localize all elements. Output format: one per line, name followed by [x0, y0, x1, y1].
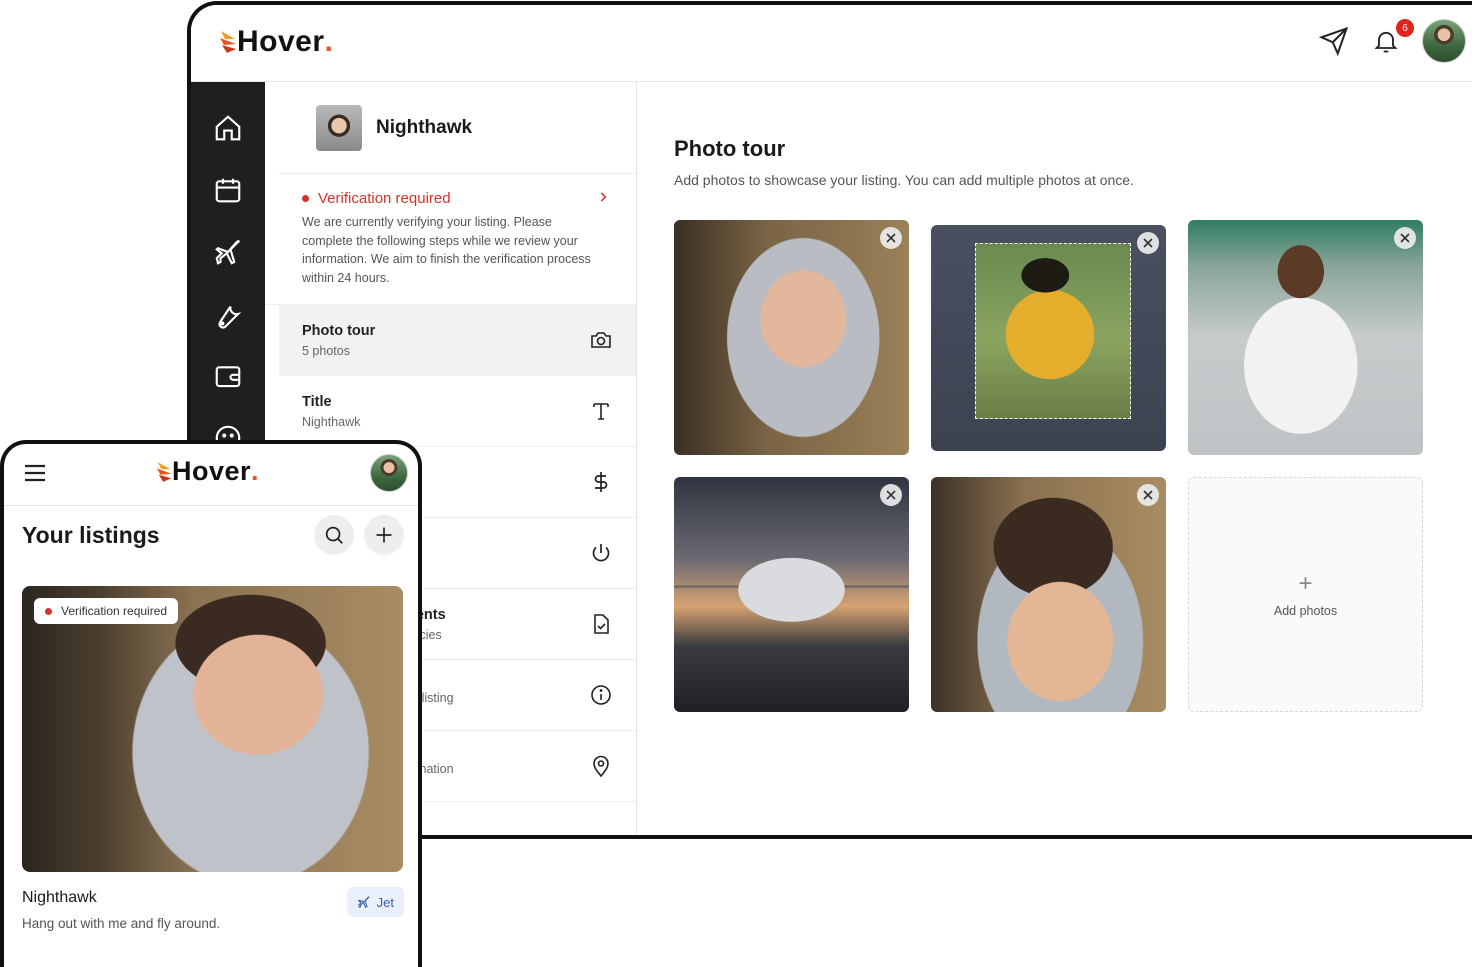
- page-title: Photo tour: [674, 136, 786, 161]
- verification-notice[interactable]: Verification required We are currently v…: [265, 174, 636, 305]
- aircraft-type-tag: Jet: [346, 887, 404, 917]
- text-icon: [593, 403, 609, 420]
- airplane-icon: [215, 239, 241, 265]
- photo-2-crop: [975, 243, 1131, 419]
- step-title: Photo tour: [302, 322, 376, 339]
- user-avatar[interactable]: [370, 454, 408, 492]
- hover-logo[interactable]: Hover.: [156, 456, 259, 487]
- wing-logo-icon: [220, 31, 236, 53]
- hamburger-icon: [25, 464, 45, 482]
- aircraft-type-label: Jet: [376, 894, 394, 910]
- photo-1[interactable]: [674, 220, 909, 455]
- user-avatar[interactable]: [1422, 19, 1466, 63]
- add-photos-button[interactable]: + Add photos: [1188, 477, 1423, 712]
- close-icon: [1400, 233, 1410, 243]
- remove-photo-button[interactable]: [880, 227, 902, 249]
- info-icon: [591, 685, 611, 705]
- remove-photo-button[interactable]: [1394, 227, 1416, 249]
- calendar-icon: [215, 178, 241, 203]
- remove-photo-button[interactable]: [1137, 484, 1159, 506]
- plus-icon: +: [1298, 569, 1313, 597]
- step-title-row[interactable]: Title Nighthawk: [265, 376, 636, 447]
- add-photos-label: Add photos: [1273, 603, 1338, 618]
- logo-dot: .: [324, 25, 333, 58]
- verification-title-row: Verification required: [302, 190, 616, 207]
- close-icon: [1143, 238, 1153, 248]
- step-subtitle: Nighthawk: [302, 414, 361, 429]
- sidebar-item-wallet[interactable]: [210, 358, 246, 394]
- remove-photo-button[interactable]: [880, 484, 902, 506]
- dollar-icon: [594, 472, 608, 492]
- page-title: Your listings: [22, 522, 160, 548]
- verification-chip-label: Verification required: [61, 604, 168, 618]
- wrench-icon: [218, 305, 242, 329]
- mobile-window: Hover. Your listings Verification requir…: [0, 440, 422, 967]
- camera-icon: [591, 332, 611, 348]
- send-button[interactable]: [1318, 25, 1350, 57]
- add-listing-button[interactable]: [364, 515, 404, 555]
- airplane-icon: [357, 896, 370, 909]
- logo-text: Hover: [172, 456, 252, 486]
- photo-2[interactable]: [931, 225, 1166, 451]
- top-header: Hover. 6: [191, 5, 1472, 82]
- listing-card-image[interactable]: Verification required: [22, 586, 403, 872]
- chevron-right-icon: [600, 192, 607, 202]
- status-dot: [302, 195, 309, 202]
- logo-text: Hover: [237, 25, 325, 58]
- listing-card-name[interactable]: Nighthawk: [22, 889, 97, 907]
- power-icon: [592, 544, 610, 562]
- notification-badge: 6: [1396, 19, 1414, 37]
- hover-logo[interactable]: Hover.: [219, 25, 333, 59]
- notifications-button[interactable]: 6: [1370, 19, 1414, 57]
- paper-plane-icon: [1319, 26, 1349, 56]
- search-icon: [325, 526, 343, 544]
- close-icon: [886, 233, 896, 243]
- verification-chip: Verification required: [34, 598, 179, 624]
- menu-button[interactable]: [24, 464, 46, 487]
- status-dot: [45, 607, 52, 615]
- remove-photo-button[interactable]: [1137, 232, 1159, 254]
- logo-dot: .: [251, 456, 259, 486]
- step-photo-tour[interactable]: Photo tour 5 photos: [279, 305, 636, 376]
- listing-name: Nighthawk: [376, 116, 473, 138]
- photo-grid: + Add photos: [674, 220, 1423, 713]
- sidebar-item-home[interactable]: [210, 110, 246, 146]
- close-icon: [1143, 490, 1153, 500]
- listing-thumbnail: [316, 104, 362, 151]
- photo-4[interactable]: [674, 477, 909, 712]
- verification-title: Verification required: [318, 190, 451, 207]
- search-button[interactable]: [314, 515, 354, 555]
- sidebar-item-flights[interactable]: [210, 234, 246, 270]
- listing-card-description: Hang out with me and fly around.: [22, 916, 221, 931]
- verification-text: We are currently verifying your listing.…: [302, 215, 591, 285]
- listing-header[interactable]: Nighthawk: [279, 82, 636, 174]
- step-title: Title: [302, 393, 332, 410]
- step-subtitle: 5 photos: [302, 343, 350, 358]
- document-check-icon: [594, 614, 609, 634]
- photo-3[interactable]: [1188, 220, 1423, 455]
- page-subtitle: Add photos to showcase your listing. You…: [674, 172, 1134, 188]
- sidebar-item-tools[interactable]: [210, 296, 246, 332]
- home-icon: [215, 115, 241, 141]
- listings-titlebar: Your listings: [4, 506, 418, 566]
- sidebar-item-calendar[interactable]: [210, 172, 246, 208]
- wallet-icon: [215, 366, 241, 388]
- mobile-header: Hover.: [4, 444, 418, 506]
- location-pin-icon: [593, 755, 609, 778]
- photo-tour-main: Photo tour Add photos to showcase your l…: [637, 82, 1472, 835]
- plus-icon: [376, 527, 392, 543]
- close-icon: [886, 490, 896, 500]
- photo-5[interactable]: [931, 477, 1166, 712]
